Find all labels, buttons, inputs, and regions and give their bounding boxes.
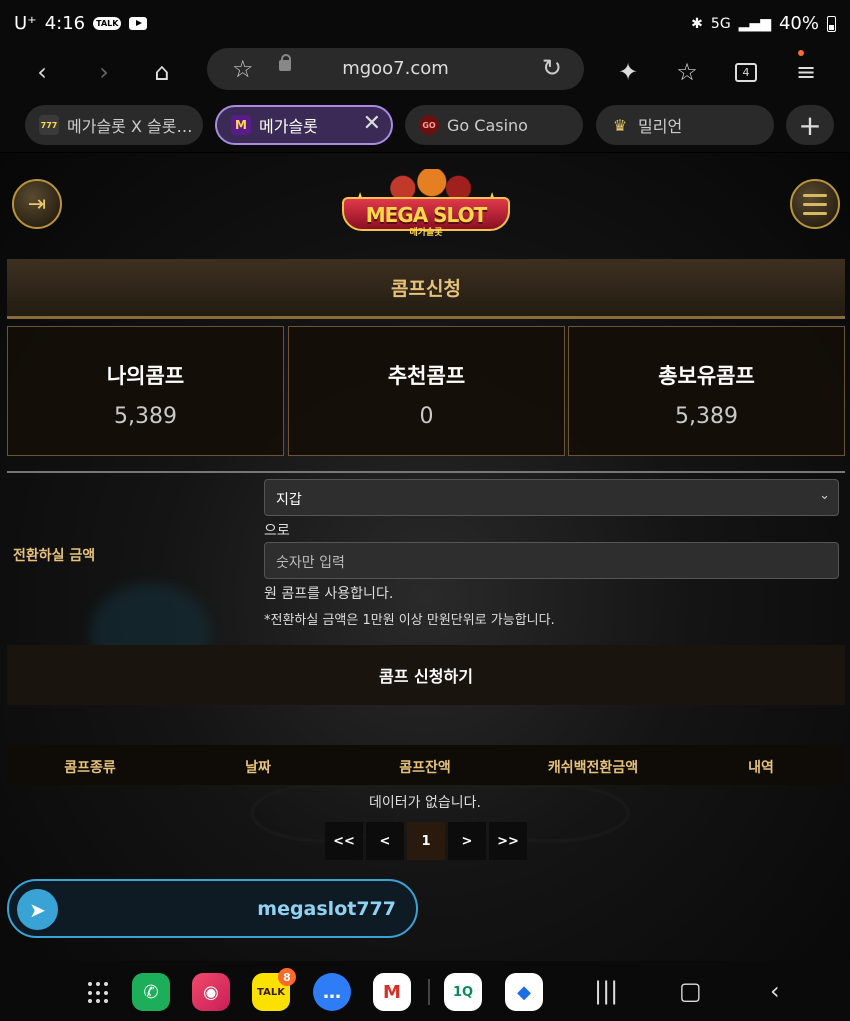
column-header: 콤프종류: [64, 760, 116, 776]
hana-bank-app-icon[interactable]: 1Q: [444, 973, 482, 1011]
app-drawer-icon[interactable]: [88, 982, 110, 1004]
stat-label: 나의콤프: [106, 364, 185, 388]
system-nav-bar: ✆ ◉ TALK 8 … M 1Q ◆ ||| ▢ ‹: [0, 961, 850, 1021]
usage-text: 원 콤프를 사용합니다.: [264, 586, 394, 602]
divider: [7, 471, 845, 473]
submit-comp-button[interactable]: 콤프 신청하기: [7, 645, 845, 705]
carrier-label: U⁺: [14, 13, 37, 34]
close-icon[interactable]: ✕: [363, 111, 381, 136]
hamburger-menu-icon[interactable]: [790, 179, 840, 229]
login-icon[interactable]: ⇥: [12, 179, 62, 229]
stat-card-total-comp: 총보유콤프 5,389: [568, 326, 845, 456]
notification-badge: 8: [278, 968, 296, 986]
amount-input[interactable]: 숫자만 입력: [264, 542, 839, 579]
tab-label: 메가슬롯: [259, 117, 318, 136]
tab-label: 밀리언: [638, 117, 683, 136]
talk-notification-icon: TALK: [93, 17, 122, 30]
first-page-button[interactable]: <<: [325, 822, 363, 860]
url-text[interactable]: mgoo7.com: [207, 58, 584, 79]
battery-icon: [827, 15, 836, 32]
telegram-contact-button[interactable]: ➤ megaslot777: [7, 879, 418, 938]
chevron-down-icon: ⌄: [819, 488, 830, 503]
table-header: 콤프종류 날짜 콤프잔액 캐쉬백전환금액 내역: [7, 745, 845, 785]
cloud-app-icon[interactable]: ◆: [505, 973, 543, 1011]
signal-icon: ▂▄▆: [738, 15, 771, 32]
column-header: 콤프잔액: [399, 760, 451, 776]
bluetooth-icon: ✱: [691, 15, 703, 32]
new-tab-button[interactable]: +: [786, 105, 834, 145]
ai-sparkle-icon[interactable]: ✦: [608, 52, 648, 92]
browser-toolbar: ‹ › ⌂ ☆ mgoo7.com ↻ ✦ ☆ 4 ≡: [0, 48, 850, 98]
next-page-button[interactable]: >: [448, 822, 486, 860]
column-header: 캐쉬백전환금액: [547, 760, 639, 776]
wallet-select[interactable]: 지갑 ⌄: [264, 479, 839, 516]
gmail-app-icon[interactable]: M: [373, 973, 411, 1011]
tab-megaslot[interactable]: M 메가슬롯 ✕: [215, 105, 393, 145]
forward-icon[interactable]: ›: [84, 52, 124, 92]
tab-strip: 777 메가슬롯 X 슬롯… M 메가슬롯 ✕ GO Go Casino ♛ 밀…: [0, 98, 850, 152]
tab-go-casino[interactable]: GO Go Casino: [405, 105, 583, 145]
back-nav-icon[interactable]: ‹: [770, 977, 780, 1005]
phone-app-icon[interactable]: ✆: [132, 973, 170, 1011]
battery-percent: 40%: [778, 13, 819, 34]
kakaotalk-app-icon[interactable]: TALK 8: [252, 968, 296, 1011]
stat-label: 추천콤프: [387, 364, 466, 388]
pagination: << < 1 > >>: [325, 822, 530, 860]
page-button-current[interactable]: 1: [407, 822, 445, 860]
go-casino-icon: GO: [419, 115, 439, 135]
tab-million[interactable]: ♛ 밀리언: [596, 105, 774, 145]
logo-text: MEGA SLOT: [365, 203, 488, 227]
menu-icon[interactable]: ≡: [786, 50, 826, 92]
clock: 4:16: [44, 13, 86, 34]
tab-count: 4: [735, 62, 757, 82]
amount-label: 전환하실 금액: [13, 548, 96, 564]
hana-label: 1Q: [452, 984, 474, 1000]
stat-value: 0: [419, 404, 434, 429]
page-title-text: 콤프신청: [391, 278, 461, 300]
home-icon[interactable]: ⌂: [142, 52, 182, 92]
dock-divider: [428, 979, 430, 1005]
stat-card-my-comp: 나의콤프 5,389: [7, 326, 284, 456]
menu-notification-dot: [798, 50, 804, 56]
kakaotalk-label: TALK: [257, 986, 285, 998]
tab-label: Go Casino: [447, 115, 528, 135]
page-title: 콤프신청: [7, 259, 845, 319]
m-logo-icon: M: [231, 115, 251, 135]
camera-app-icon[interactable]: ◉: [192, 973, 230, 1011]
network-type: 5G: [710, 15, 731, 32]
messages-app-icon[interactable]: …: [313, 973, 351, 1011]
web-content: ⇥ ★ ★ MEGA SLOT 메가슬롯 콤프신청 나의콤프 5,389 추천콤…: [0, 153, 850, 961]
stat-label: 총보유콤프: [658, 364, 755, 388]
status-bar: U⁺ 4:16 TALK ✱ 5G ▂▄▆ 40%: [0, 0, 850, 48]
amount-note: *전환하실 금액은 1만원 이상 만원단위로 가능합니다.: [264, 613, 555, 628]
tabs-button[interactable]: 4: [726, 52, 766, 92]
empty-table-message: 데이터가 없습니다.: [369, 795, 481, 811]
crown-icon: ♛: [612, 115, 628, 135]
back-icon[interactable]: ‹: [22, 52, 62, 92]
logo-subtext: 메가슬롯: [409, 228, 443, 238]
tab-label: 메가슬롯 X 슬롯…: [67, 117, 193, 136]
last-page-button[interactable]: >>: [489, 822, 527, 860]
column-header: 내역: [748, 760, 774, 776]
wallet-select-value: 지갑: [276, 492, 302, 508]
tab-megaslot-x[interactable]: 777 메가슬롯 X 슬롯…: [25, 105, 203, 145]
telegram-handle: megaslot777: [257, 898, 396, 920]
stat-value: 5,389: [675, 404, 738, 429]
stat-card-referral-comp: 추천콤프 0: [288, 326, 565, 456]
site-logo[interactable]: ★ ★ MEGA SLOT 메가슬롯: [338, 165, 514, 245]
reload-icon[interactable]: ↻: [542, 54, 562, 82]
prev-page-button[interactable]: <: [366, 822, 404, 860]
youtube-notification-icon: [129, 17, 148, 30]
recent-apps-icon[interactable]: |||: [594, 977, 618, 1005]
bookmarks-icon[interactable]: ☆: [667, 52, 707, 92]
home-nav-icon[interactable]: ▢: [679, 977, 702, 1005]
address-bar[interactable]: ☆ mgoo7.com ↻: [207, 48, 584, 90]
telegram-icon: ➤: [17, 889, 58, 930]
suffix-text: 으로: [264, 523, 290, 539]
column-header: 날짜: [245, 760, 271, 776]
stat-value: 5,389: [114, 404, 177, 429]
slot-machine-icon: 777: [39, 115, 59, 135]
